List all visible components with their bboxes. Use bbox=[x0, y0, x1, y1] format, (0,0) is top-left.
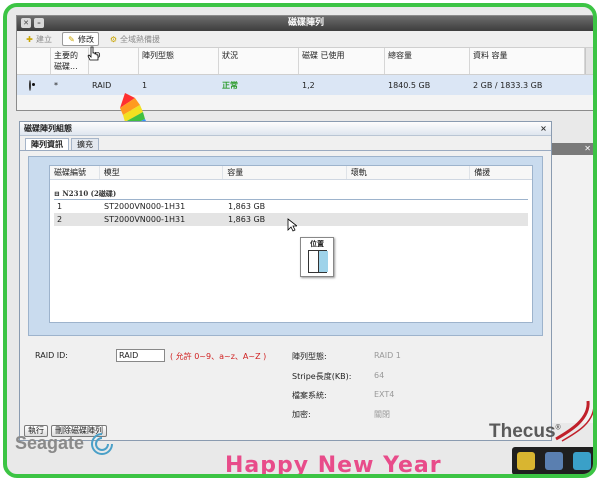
filesystem-value: EXT4 bbox=[374, 390, 395, 399]
create-button[interactable]: ✚ 建立 bbox=[21, 32, 56, 46]
row-select-radio[interactable] bbox=[29, 79, 31, 91]
column-header-master[interactable]: 主要的 磁碟... bbox=[51, 48, 89, 74]
popup-title: 位置 bbox=[310, 240, 324, 248]
column-header-model[interactable]: 模型 bbox=[100, 166, 224, 179]
column-header-disk-no[interactable]: 磁碟編號 bbox=[50, 166, 100, 179]
disk-table: 磁碟編號 模型 容量 壞軌 備援 ⊟ N2310 (2磁碟) 1 ST2000V… bbox=[49, 165, 533, 323]
settings-gear-icon[interactable] bbox=[517, 452, 535, 470]
window-close-icon[interactable]: ✕ bbox=[21, 18, 31, 28]
encryption-label: 加密: bbox=[292, 410, 311, 419]
tab-expand[interactable]: 擴充 bbox=[71, 138, 99, 150]
level-value: RAID 1 bbox=[374, 351, 401, 360]
app-icon-bar bbox=[512, 447, 593, 474]
raid-config-dialog: 磁碟陣列組態 × 陣列資訊 擴充 磁碟編號 模型 容量 壞軌 備援 ⊟ N231… bbox=[19, 121, 552, 441]
disk-table-header: 磁碟編號 模型 容量 壞軌 備援 bbox=[50, 166, 532, 180]
background-window: ✕ bbox=[547, 143, 593, 423]
hand-cursor-icon bbox=[87, 46, 99, 61]
column-header-total[interactable]: 總容量 bbox=[385, 48, 470, 74]
mouse-pointer-icon bbox=[287, 218, 297, 232]
dialog-title: 磁碟陣列組態 bbox=[24, 124, 72, 133]
select-column-header bbox=[17, 48, 51, 74]
list-item[interactable]: 1 ST2000VN000-1H31 1,863 GB bbox=[54, 200, 528, 213]
dialog-close-icon[interactable]: × bbox=[539, 124, 548, 133]
screenshot-frame: ✕ – 磁碟陣列 ✚ 建立 ✎ 修改 ⚙ 全域熱備援 主要的 磁碟... ID … bbox=[3, 3, 597, 478]
background-close-icon[interactable]: ✕ bbox=[584, 144, 591, 153]
network-icon[interactable] bbox=[573, 452, 591, 470]
table-row[interactable]: * RAID 1 正常 1,2 1840.5 GB 2 GB / 1833.3 … bbox=[17, 75, 593, 95]
raid-window-title: 磁碟陣列 bbox=[287, 18, 324, 28]
stripe-value: 64 bbox=[374, 371, 385, 380]
disk-panel: 磁碟編號 模型 容量 壞軌 備援 ⊟ N2310 (2磁碟) 1 ST2000V… bbox=[28, 156, 543, 336]
grid-scrollbar[interactable] bbox=[585, 48, 593, 74]
storage-icon[interactable] bbox=[545, 452, 563, 470]
filesystem-label: 檔案系統: bbox=[292, 391, 327, 400]
dialog-tabs: 陣列資訊 擴充 bbox=[20, 136, 551, 151]
raid-window: ✕ – 磁碟陣列 ✚ 建立 ✎ 修改 ⚙ 全域熱備援 主要的 磁碟... ID … bbox=[16, 15, 593, 111]
encryption-value: 關閉 bbox=[374, 410, 390, 419]
column-header-bad-blocks[interactable]: 壞軌 bbox=[347, 166, 471, 179]
raid-toolbar: ✚ 建立 ✎ 修改 ⚙ 全域熱備援 bbox=[17, 31, 593, 48]
seagate-logo: Seagate bbox=[15, 431, 115, 457]
drive-bay-icon bbox=[308, 250, 328, 273]
edit-icon: ✎ bbox=[68, 34, 75, 44]
column-header-level[interactable]: 陣列型態 bbox=[139, 48, 219, 74]
create-icon: ✚ bbox=[26, 34, 33, 44]
column-header-status[interactable]: 狀況 bbox=[219, 48, 299, 74]
stripe-label: Stripe長度(KB): bbox=[292, 372, 352, 381]
raid-window-titlebar: ✕ – 磁碟陣列 bbox=[17, 16, 593, 31]
raid-id-label: RAID ID: bbox=[35, 351, 68, 360]
thecus-swoosh-icon bbox=[555, 400, 593, 442]
dialog-titlebar: 磁碟陣列組態 × bbox=[20, 122, 551, 136]
disk-group-header[interactable]: ⊟ N2310 (2磁碟) bbox=[54, 188, 528, 200]
window-minimize-icon[interactable]: – bbox=[34, 18, 44, 28]
raid-id-hint: ( 允許 0~9、a~z、A~Z ) bbox=[170, 352, 267, 361]
edit-button[interactable]: ✎ 修改 bbox=[62, 32, 99, 46]
column-header-spare[interactable]: 備援 bbox=[470, 166, 532, 179]
status-badge: 正常 bbox=[222, 80, 238, 90]
raid-id-input[interactable]: RAID bbox=[116, 349, 165, 362]
global-hot-spare-icon: ⚙ bbox=[109, 34, 118, 44]
tab-raid-info[interactable]: 陣列資訊 bbox=[25, 138, 69, 150]
happy-new-year-text: Happy New Year bbox=[225, 453, 442, 478]
column-header-data[interactable]: 資料 容量 bbox=[470, 48, 585, 74]
disk-location-popup: 位置 bbox=[300, 237, 334, 277]
column-header-used[interactable]: 磁碟 已使用 bbox=[299, 48, 385, 74]
raid-grid-header: 主要的 磁碟... ID 陣列型態 狀況 磁碟 已使用 總容量 資料 容量 bbox=[17, 48, 593, 75]
seagate-swirl-icon bbox=[91, 433, 114, 455]
column-header-capacity[interactable]: 容量 bbox=[223, 166, 347, 179]
global-hot-spare-button[interactable]: ⚙ 全域熱備援 bbox=[105, 32, 164, 46]
level-label: 陣列型態: bbox=[292, 352, 327, 361]
